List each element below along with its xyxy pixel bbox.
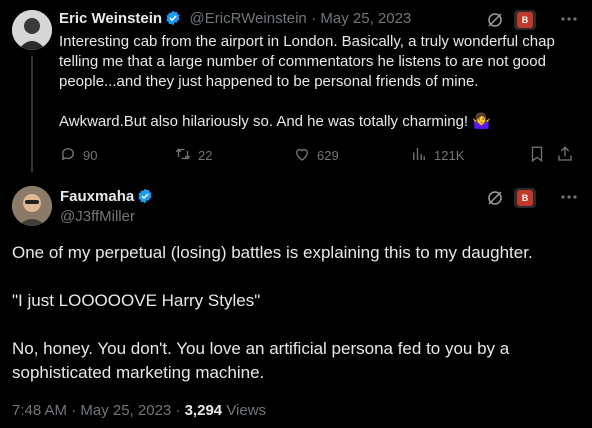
like-button[interactable]: 629 <box>293 145 339 166</box>
tweet1-date[interactable]: · May 25, 2023 <box>311 10 411 27</box>
reply-count: 90 <box>83 148 98 163</box>
tweet2-views-count: 3,294 <box>184 402 223 419</box>
tweet1-avatar[interactable] <box>12 10 52 50</box>
share-icon[interactable] <box>556 145 574 163</box>
retweet-icon <box>174 145 192 166</box>
tweet2-handle[interactable]: @J3ffMiller <box>60 208 135 225</box>
reply-button[interactable]: 90 <box>59 145 97 166</box>
views-icon <box>410 145 428 166</box>
views-button[interactable]: 121K <box>410 145 464 166</box>
tweet2-avatar[interactable] <box>12 186 52 226</box>
verified-icon <box>137 188 153 204</box>
slash-circle-icon[interactable] <box>486 11 504 29</box>
tweet2-paragraph: "I just LOOOOOVE Harry Styles" <box>12 291 261 310</box>
retweet-button[interactable]: 22 <box>174 145 212 166</box>
tweet2-meta: 7:48 AM · May 25, 2023 · 3,294 Views <box>12 402 266 419</box>
tweet2-text: One of my perpetual (losing) battles is … <box>12 241 572 409</box>
like-count: 629 <box>317 148 339 163</box>
tweet1-handle[interactable]: @EricRWeinstein <box>190 10 307 27</box>
tweet2-timestamp[interactable]: 7:48 AM · May 25, 2023 · <box>12 402 180 419</box>
bookmark-icon[interactable] <box>528 145 546 163</box>
retweet-count: 22 <box>198 148 213 163</box>
tweet2-author-name[interactable]: Fauxmaha <box>60 188 134 205</box>
slash-circle-icon[interactable] <box>486 189 504 207</box>
tweet2-header: Fauxmaha <box>60 188 153 206</box>
like-icon <box>293 145 311 166</box>
extension-badge: B <box>517 190 533 206</box>
more-icon[interactable] <box>560 12 578 26</box>
tweet1-author-name[interactable]: Eric Weinstein <box>59 10 162 27</box>
thread-line <box>31 56 33 172</box>
tweet1-text: Interesting cab from the airport in Lond… <box>59 33 555 130</box>
tweet2-paragraph: One of my perpetual (losing) battles is … <box>12 243 533 262</box>
extension-button[interactable]: B <box>514 188 536 208</box>
extension-badge: B <box>517 12 533 28</box>
more-icon[interactable] <box>560 190 578 204</box>
reply-icon <box>59 145 77 166</box>
extension-button[interactable]: B <box>514 10 536 30</box>
tweet1-header: Eric Weinstein @EricRWeinstein · May 25,… <box>59 10 411 28</box>
tweet2-views-label: Views <box>226 402 267 419</box>
verified-icon <box>165 10 181 26</box>
views-count: 121K <box>434 148 465 163</box>
tweet2-paragraph: No, honey. You don't. You love an artifi… <box>12 339 510 382</box>
